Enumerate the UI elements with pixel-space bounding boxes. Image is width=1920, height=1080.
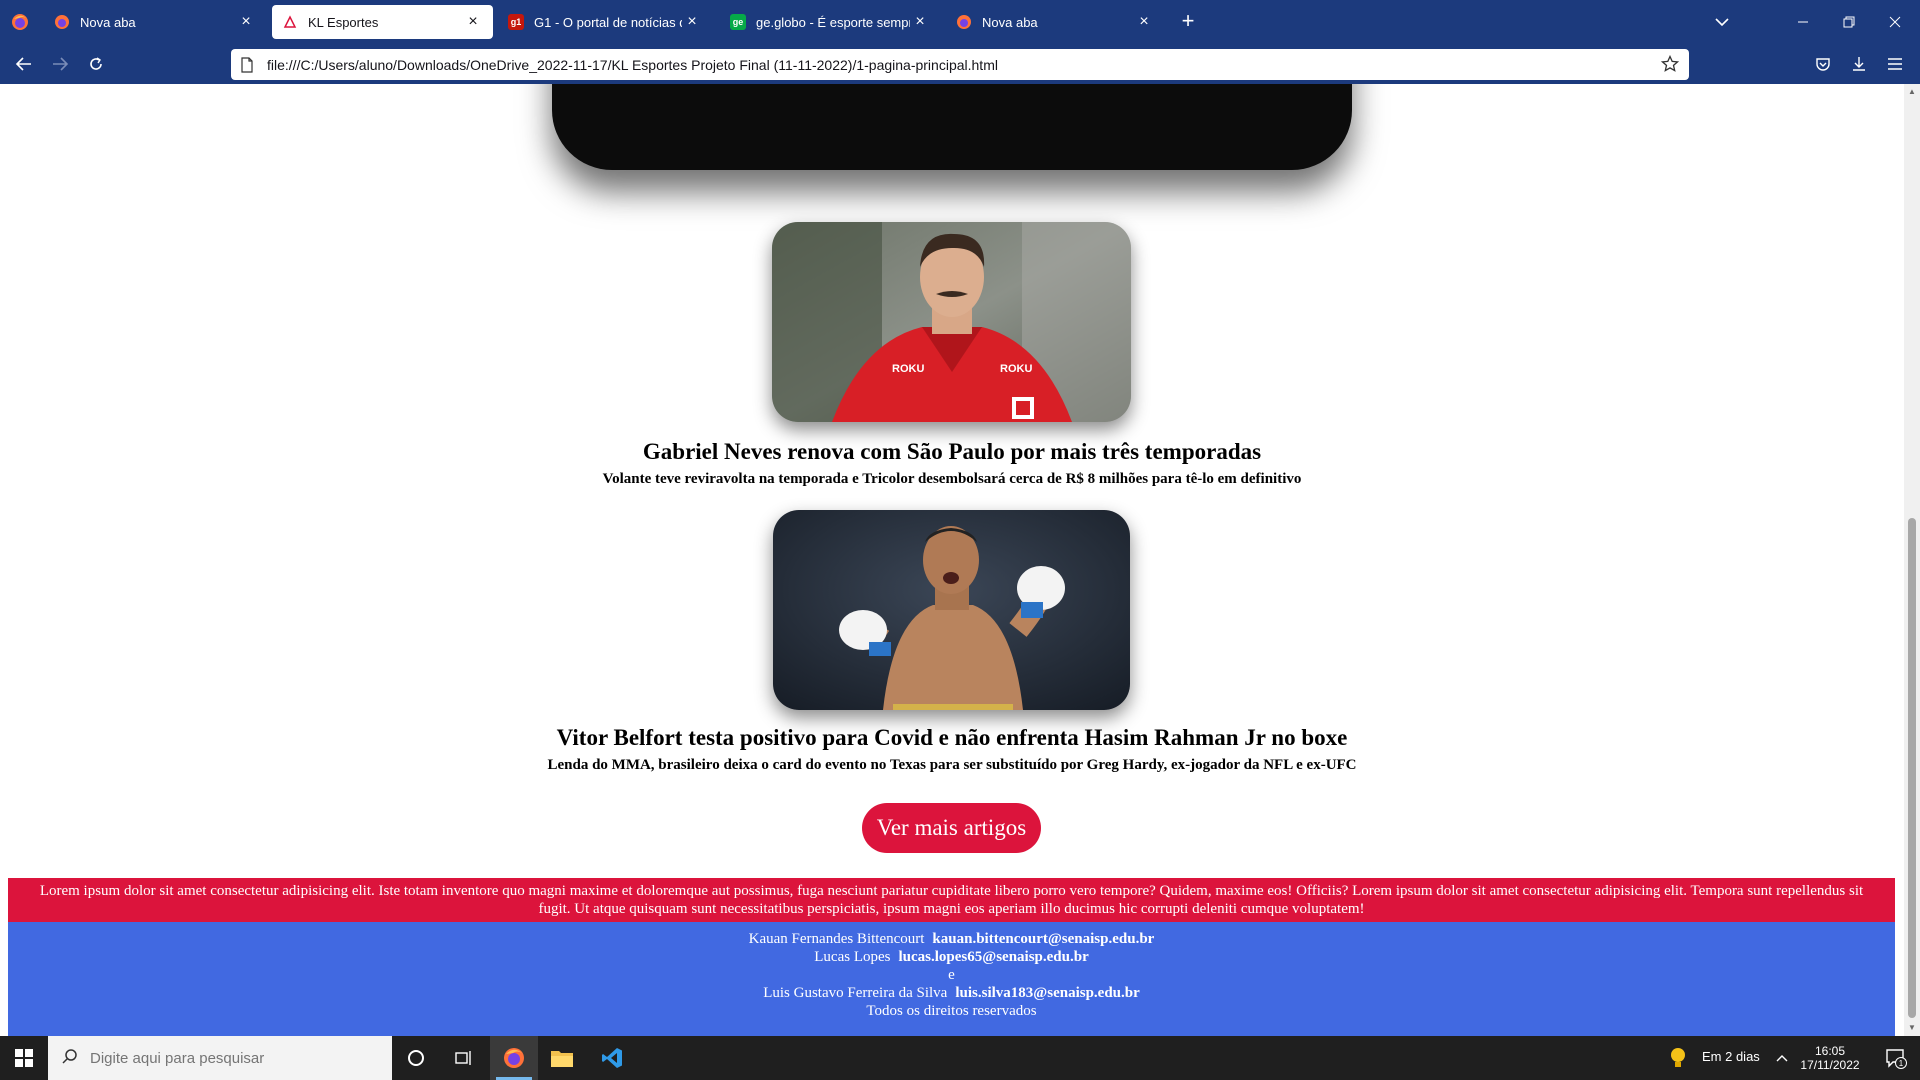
author-line: Kauan Fernandes Bittencourt kauan.bittenc… [748,931,1155,947]
scroll-thumb[interactable] [1908,518,1916,1018]
taskbar-search-input[interactable] [90,1049,370,1067]
close-tab-icon[interactable]: × [463,14,483,30]
cortana-circle-icon[interactable] [392,1036,440,1080]
article-image-gabriel-neves[interactable]: ROKU ROKU [772,222,1131,422]
close-tab-icon[interactable]: × [682,14,702,30]
close-tab-icon[interactable]: × [1134,14,1154,30]
page-scrollbar[interactable]: ▲ ▼ [1904,84,1920,1036]
author-email[interactable]: luis.silva183@senaisp.edu.br [955,985,1139,1001]
article-title[interactable]: Vitor Belfort testa positivo para Covid … [0,725,1904,751]
tab-title: Nova aba [80,14,136,30]
reload-icon[interactable] [82,52,110,76]
tab-title: Nova aba [982,14,1038,30]
footer-credits: Kauan Fernandes Bittencourt kauan.bittenc… [8,922,1895,1036]
back-arrow-icon[interactable] [10,52,38,76]
url-input[interactable] [267,56,1637,73]
kl-icon [282,14,298,30]
bookmark-star-icon[interactable] [1660,54,1680,73]
rights-text: Todos os direitos reservados [866,1003,1037,1019]
ge-icon: ge [730,14,746,30]
author-line: Luis Gustavo Ferreira da Silva luis.silva… [763,985,1140,1001]
pocket-icon[interactable] [1812,54,1834,74]
tab-title: KL Esportes [308,14,379,30]
tab-strip: Nova aba × KL Esportes × g1 G1 - O porta… [0,0,1920,44]
vscode-icon[interactable] [588,1036,636,1080]
banner-logo-text: KL ESPORTES [552,162,1352,170]
svg-text:ROKU: ROKU [1000,363,1032,375]
author-email[interactable]: kauan.bittencourt@senaisp.edu.br [932,931,1154,947]
new-tab-plus-icon[interactable]: + [1176,10,1200,34]
tab-nova-aba-2[interactable]: Nova aba × [946,5,1164,39]
footer-lorem-text: Lorem ipsum dolor sit amet consectetur a… [8,878,1895,922]
taskbar-search[interactable] [48,1036,392,1080]
task-view-icon[interactable] [440,1036,488,1080]
tab-title: G1 - O portal de notícias da Glo [534,14,682,30]
close-window-icon[interactable] [1872,0,1918,44]
list-all-tabs-chevron-icon[interactable] [1710,12,1734,32]
notification-center-icon[interactable]: 1 [1872,1036,1920,1080]
weather-text[interactable]: Em 2 dias [1702,1049,1760,1064]
article-subtitle: Volante teve reviravolta na temporada e … [602,471,1302,487]
downloads-icon[interactable] [1848,54,1870,74]
firefox-menu-icon[interactable] [10,12,30,32]
hamburger-menu-icon[interactable] [1884,54,1906,74]
windows-taskbar: Em 2 dias 16:05 17/11/2022 1 [0,1036,1920,1080]
scroll-up-arrow-icon[interactable]: ▲ [1904,84,1920,100]
site-banner: KL ESPORTES [552,84,1352,170]
page-content: KL ESPORTES ROKU ROKU Gabriel Neves reno… [0,84,1904,1036]
tab-ge-globo[interactable]: ge ge.globo - É esporte sempre × [720,5,940,39]
tab-title: ge.globo - É esporte sempre [756,14,910,30]
page-icon [239,56,255,73]
article-title[interactable]: Gabriel Neves renova com São Paulo por m… [0,439,1904,465]
clock-date: 17/11/2022 [1800,1058,1860,1072]
navigation-toolbar [0,44,1920,84]
svg-text:ROKU: ROKU [892,363,924,375]
firefox-icon [54,14,70,30]
search-icon [62,1048,78,1068]
article-image-vitor-belfort[interactable] [773,510,1130,710]
minimize-icon[interactable] [1780,0,1826,44]
taskbar-clock[interactable]: 16:05 17/11/2022 [1778,1044,1882,1072]
article-subtitle: Lenda do MMA, brasileiro deixa o card do… [547,757,1357,773]
clock-time: 16:05 [1814,1044,1846,1058]
forward-arrow-icon[interactable] [46,52,74,76]
g1-icon: g1 [508,14,524,30]
restore-icon[interactable] [1826,0,1872,44]
firefox-taskbar-icon[interactable] [490,1036,538,1080]
file-explorer-icon[interactable] [538,1036,586,1080]
tab-nova-aba-1[interactable]: Nova aba × [44,5,266,39]
author-line: Lucas Lopes lucas.lopes65@senaisp.edu.br [814,949,1089,965]
weather-lightbulb-icon[interactable] [1660,1036,1696,1080]
address-bar[interactable] [231,49,1689,80]
tab-kl-esportes[interactable]: KL Esportes × [272,5,493,39]
scroll-down-arrow-icon[interactable]: ▼ [1904,1020,1920,1036]
firefox-icon [956,14,972,30]
conjunction-text: e [948,967,955,983]
windows-start-icon[interactable] [0,1036,48,1080]
tab-g1[interactable]: g1 G1 - O portal de notícias da Glo × [498,5,712,39]
author-email[interactable]: lucas.lopes65@senaisp.edu.br [898,949,1088,965]
close-tab-icon[interactable]: × [910,14,930,30]
close-tab-icon[interactable]: × [236,14,256,30]
notification-count: 1 [1899,1059,1904,1068]
more-articles-button[interactable]: Ver mais artigos [862,803,1041,853]
